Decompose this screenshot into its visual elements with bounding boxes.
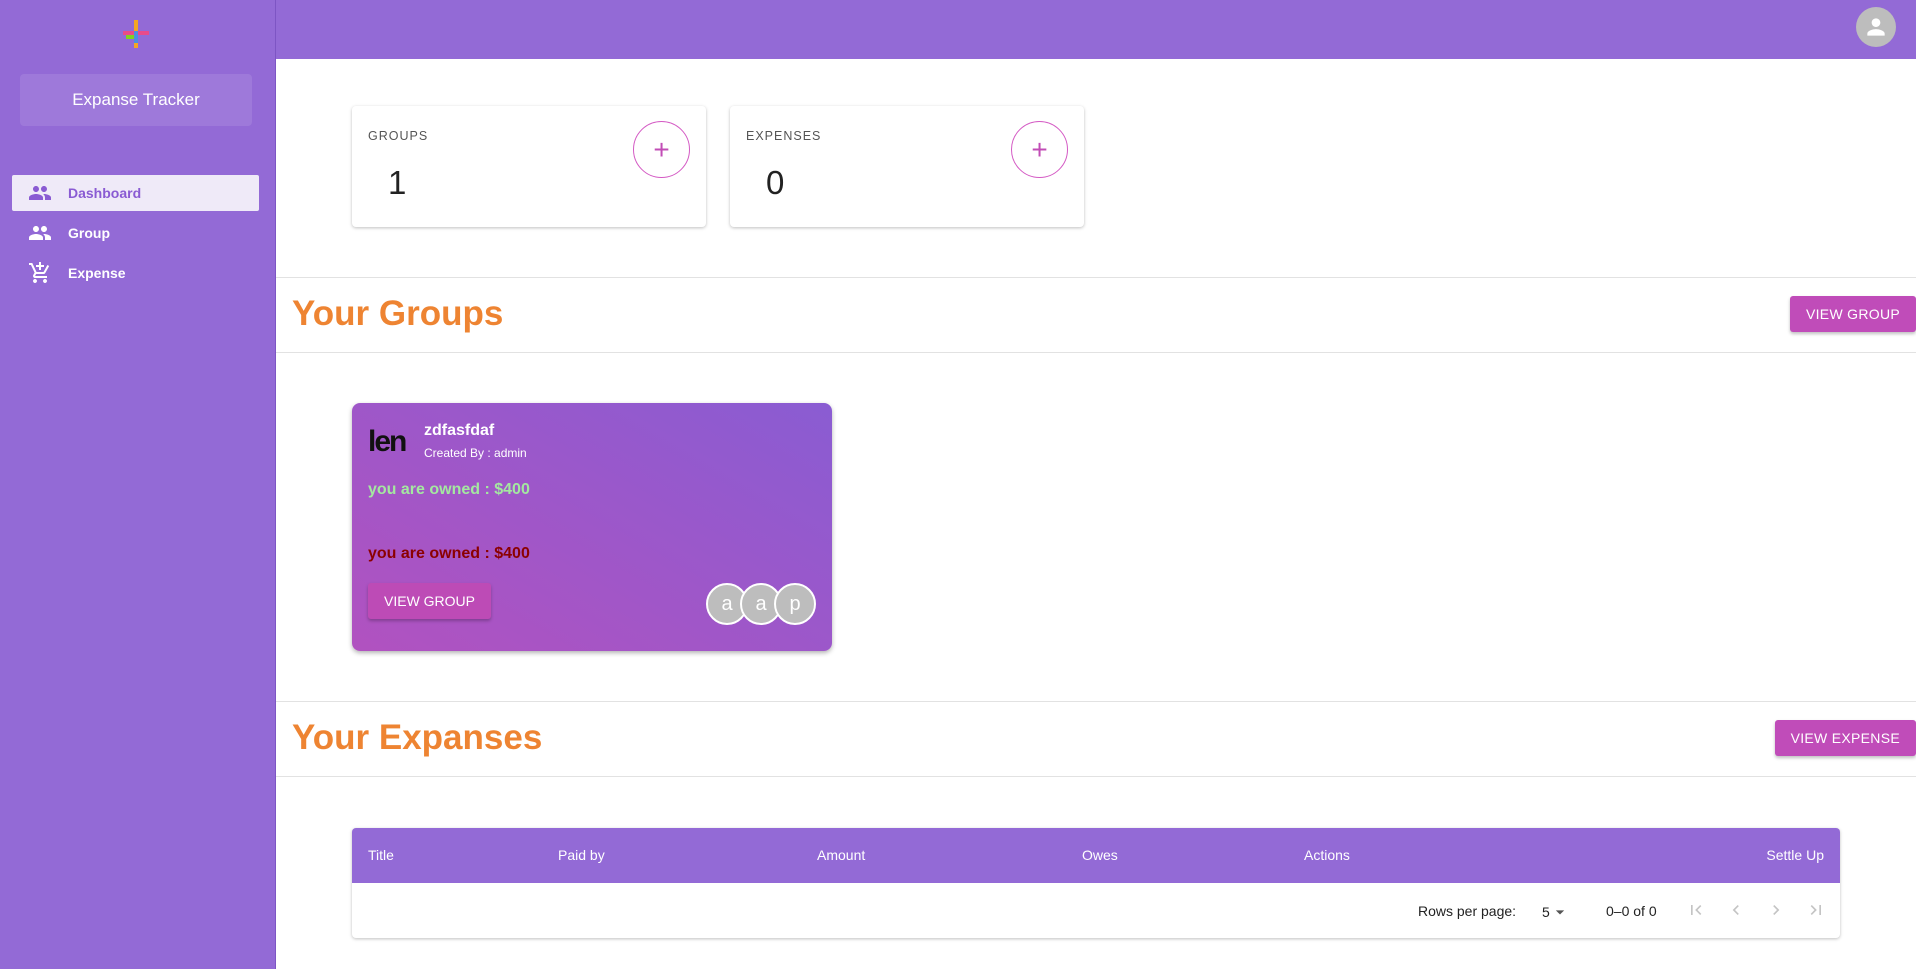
owed-amount-negative: you are owned : $400 [368,545,530,562]
app-title: Expanse Tracker [20,74,252,126]
stat-label: EXPENSES [746,129,822,143]
group-creator: Created By : admin [424,446,527,460]
column-header-title[interactable]: Title [368,847,394,863]
last-page-icon[interactable] [1796,897,1836,923]
people-icon [29,226,51,240]
stat-label: GROUPS [368,129,429,143]
groups-stat-card: GROUPS 1 + [352,106,706,227]
section-title: Your Groups [292,294,504,333]
group-name: zdfasfdaf [424,422,495,439]
table-pagination: Rows per page: 5 0–0 of 0 [352,883,1840,938]
avatar: p [774,583,816,625]
sidebar-nav: Dashboard Group Expense [12,175,259,295]
view-group-button[interactable]: VIEW GROUP [1789,296,1916,332]
sidebar-item-dashboard[interactable]: Dashboard [12,175,259,211]
app-logo-icon [123,20,149,48]
first-page-icon[interactable] [1676,897,1716,923]
account-avatar[interactable] [1856,7,1896,47]
sidebar: Expanse Tracker Dashboard Group Expense [0,0,276,969]
people-icon [29,186,51,200]
rows-per-page-select[interactable]: 5 [1542,902,1570,922]
owed-amount-positive: you are owned : $400 [368,481,530,498]
view-expense-button[interactable]: VIEW EXPENSE [1774,720,1916,756]
previous-page-icon[interactable] [1716,897,1756,923]
member-avatars: a a p [706,583,816,625]
rows-per-page-value: 5 [1542,904,1550,920]
stat-value: 1 [388,164,407,201]
plus-icon: + [1031,133,1048,165]
group-logo: len [368,425,407,458]
add-group-button[interactable]: + [633,121,690,178]
sidebar-item-group[interactable]: Group [12,215,259,251]
top-app-bar [276,0,1916,59]
pagination-controls [1676,897,1836,923]
card-view-group-button[interactable]: VIEW GROUP [368,583,492,619]
group-card: len zdfasfdaf Created By : admin you are… [352,403,832,651]
column-header-amount[interactable]: Amount [817,847,865,863]
plus-icon: + [653,133,670,165]
rows-per-page-label: Rows per page: [1418,903,1517,919]
column-header-settle-up[interactable]: Settle Up [1766,847,1824,863]
expenses-section-header: Your Expanses VIEW EXPENSE [276,701,1916,777]
groups-section-header: Your Groups VIEW GROUP [276,277,1916,353]
expenses-stat-card: EXPENSES 0 + [730,106,1084,227]
sidebar-item-expense[interactable]: Expense [12,255,259,291]
pagination-range: 0–0 of 0 [1606,903,1657,919]
expenses-table: Title Paid by Amount Owes Actions Settle… [352,828,1840,938]
column-header-paid-by[interactable]: Paid by [558,847,605,863]
dropdown-arrow-icon [1555,910,1564,915]
next-page-icon[interactable] [1756,897,1796,923]
cart-icon [29,262,50,283]
sidebar-item-label: Group [68,225,110,241]
stat-value: 0 [766,164,785,201]
column-header-actions[interactable]: Actions [1304,847,1350,863]
table-header: Title Paid by Amount Owes Actions Settle… [352,828,1840,883]
add-expense-button[interactable]: + [1011,121,1068,178]
sidebar-item-label: Dashboard [68,185,142,201]
section-title: Your Expanses [292,718,543,757]
column-header-owes[interactable]: Owes [1082,847,1118,863]
sidebar-item-label: Expense [68,265,126,281]
person-icon [1867,18,1885,36]
